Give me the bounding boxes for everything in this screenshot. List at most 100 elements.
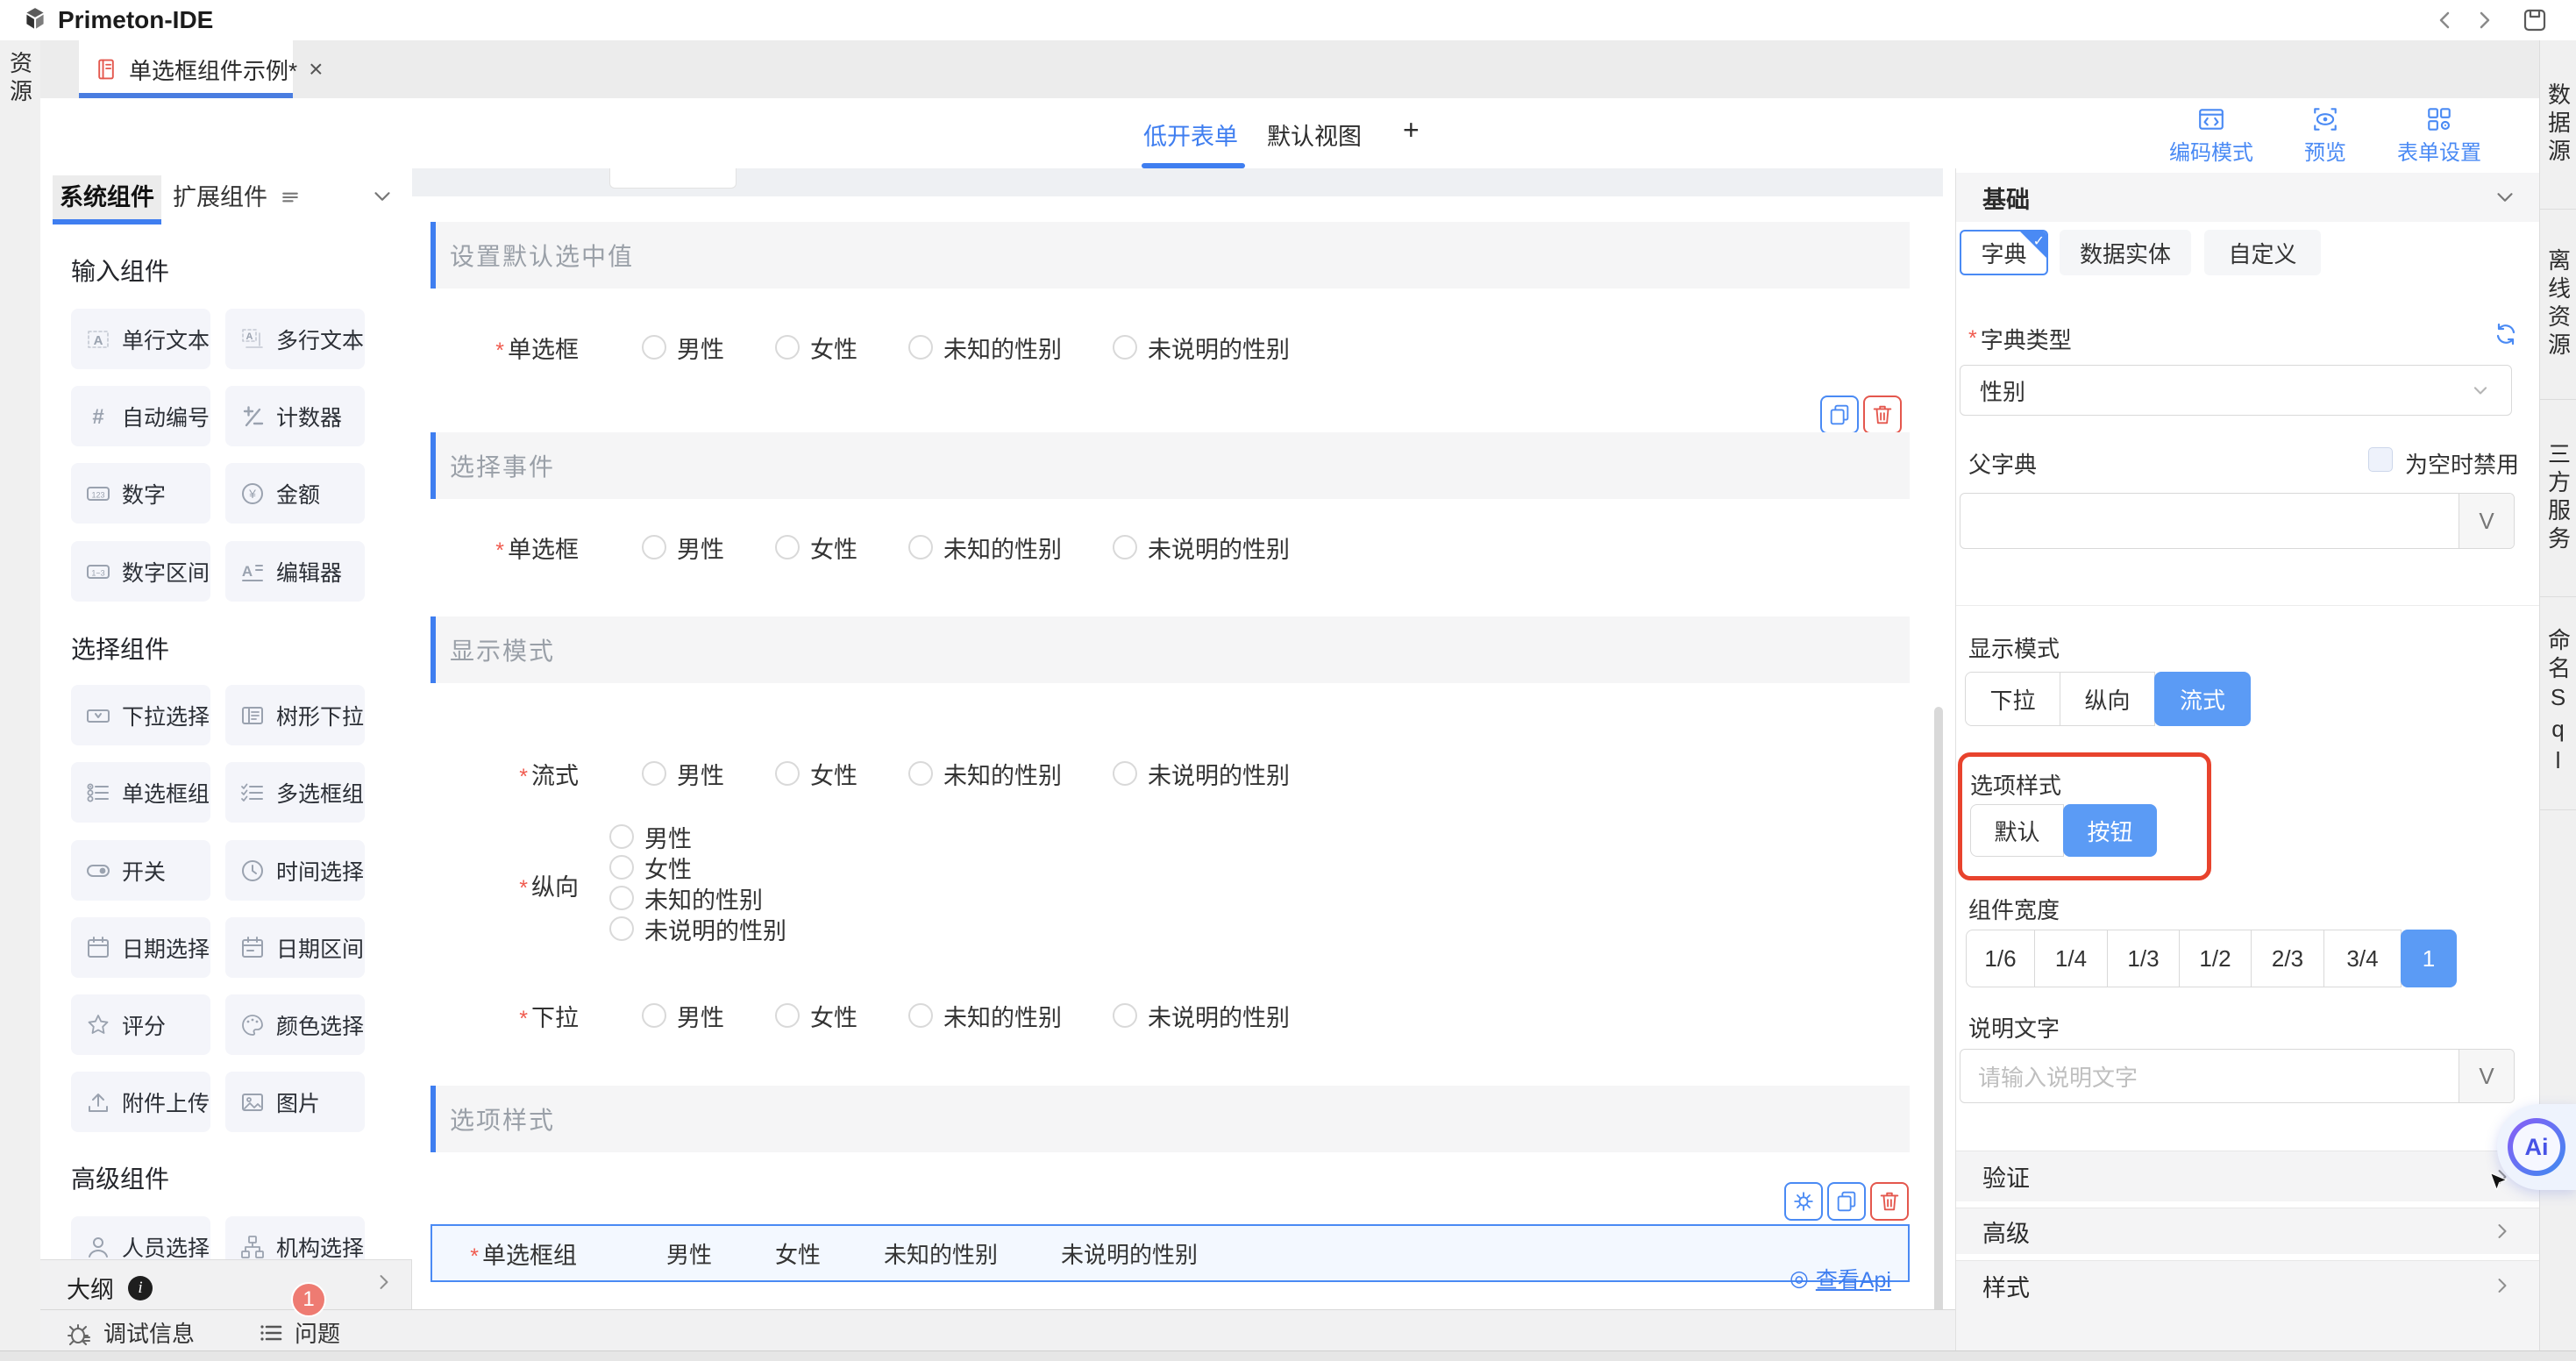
- radio-option[interactable]: 未知的性别: [908, 757, 1062, 791]
- disable-when-empty-checkbox[interactable]: [2368, 447, 2393, 472]
- palette-collapse-icon[interactable]: [370, 184, 395, 209]
- display-mode-dropdown[interactable]: 下拉: [1965, 672, 2060, 726]
- issues-button[interactable]: 问题: [258, 1316, 340, 1349]
- width-full[interactable]: 1: [2401, 930, 2457, 987]
- radio-option[interactable]: 未知的性别: [908, 999, 1062, 1033]
- variable-binding-button[interactable]: V: [2459, 1050, 2514, 1102]
- display-mode-flow[interactable]: 流式: [2154, 672, 2251, 726]
- palette-item-radio-group[interactable]: 单选框组: [71, 762, 210, 823]
- rail-tab-datasource[interactable]: 数据源: [2540, 40, 2576, 210]
- palette-menu-icon[interactable]: [279, 186, 302, 209]
- radio-option[interactable]: 女性: [775, 531, 857, 565]
- palette-item-image[interactable]: 图片: [225, 1072, 365, 1132]
- display-mode-vertical[interactable]: 纵向: [2060, 672, 2155, 726]
- nav-back-icon[interactable]: [2430, 5, 2460, 35]
- width-1-6[interactable]: 1/6: [1966, 930, 2035, 987]
- option-style-default[interactable]: 默认: [1970, 804, 2064, 857]
- dict-type-select[interactable]: 性别: [1960, 365, 2512, 416]
- button-option[interactable]: 男性: [666, 1237, 712, 1270]
- save-icon[interactable]: [2520, 5, 2550, 35]
- radio-option[interactable]: 未知的性别: [908, 331, 1062, 365]
- rail-tab-resources[interactable]: 资源: [4, 51, 37, 107]
- palette-item-auto-number[interactable]: #自动编号: [71, 386, 210, 446]
- radio-option[interactable]: 未说明的性别: [609, 916, 786, 941]
- variable-binding-button[interactable]: V: [2459, 494, 2514, 548]
- group-validation[interactable]: 验证: [1956, 1151, 2539, 1201]
- tab-default-view[interactable]: 默认视图: [1267, 118, 1362, 152]
- palette-item-text-multi[interactable]: A多行文本: [225, 309, 365, 369]
- selected-component-radio-group[interactable]: *单选框组 男性 女性 未知的性别 未说明的性别: [431, 1224, 1910, 1282]
- canvas-scrollbar[interactable]: [1934, 707, 1943, 1309]
- copy-button[interactable]: [1820, 395, 1859, 434]
- radio-option[interactable]: 男性: [609, 824, 786, 849]
- preview-button[interactable]: 预览: [2304, 105, 2346, 166]
- rail-tab-offline-resources[interactable]: 离线资源: [2540, 210, 2576, 400]
- radio-option[interactable]: 男性: [642, 757, 724, 791]
- source-tab-data-entity[interactable]: 数据实体: [2060, 230, 2191, 275]
- panel-section-basic[interactable]: 基础: [1956, 173, 2539, 222]
- radio-option[interactable]: 女性: [609, 855, 786, 880]
- source-tab-dictionary[interactable]: 字典 ✓: [1960, 230, 2048, 275]
- radio-option[interactable]: 未说明的性别: [1113, 757, 1290, 791]
- debug-info-button[interactable]: 调试信息: [67, 1316, 195, 1349]
- palette-item-color[interactable]: 颜色选择: [225, 994, 365, 1055]
- palette-tab-system[interactable]: 系统组件: [53, 175, 161, 219]
- radio-option[interactable]: 男性: [642, 531, 724, 565]
- rail-tab-named-sql[interactable]: 命名Sql: [2540, 597, 2576, 810]
- button-option[interactable]: 未知的性别: [884, 1237, 998, 1270]
- palette-item-number-range[interactable]: 1~3数字区间: [71, 541, 210, 602]
- group-advanced[interactable]: 高级: [1956, 1208, 2539, 1254]
- form-settings-button[interactable]: 表单设置: [2397, 105, 2481, 166]
- button-option[interactable]: 女性: [775, 1237, 821, 1270]
- button-option[interactable]: 未说明的性别: [1061, 1237, 1198, 1270]
- width-1-3[interactable]: 1/3: [2107, 930, 2180, 987]
- form-canvas[interactable]: ··· ——— · —— ▪— · · ——·—▪ 设置默认选中值 *单选框 男…: [412, 168, 1955, 1309]
- parent-dict-input[interactable]: V: [1960, 493, 2515, 549]
- palette-item-number[interactable]: 123数字: [71, 463, 210, 524]
- nav-forward-icon[interactable]: [2469, 5, 2499, 35]
- width-1-2[interactable]: 1/2: [2179, 930, 2252, 987]
- palette-item-money[interactable]: ¥金额: [225, 463, 365, 524]
- radio-option[interactable]: 女性: [775, 757, 857, 791]
- collapse-chevron-icon[interactable]: [2493, 185, 2517, 210]
- radio-option[interactable]: 未知的性别: [609, 886, 786, 910]
- palette-item-checkbox-group[interactable]: 多选框组: [225, 762, 365, 823]
- rail-tab-thirdparty-services[interactable]: 三方服务: [2540, 400, 2576, 597]
- palette-item-counter[interactable]: 计数器: [225, 386, 365, 446]
- copy-button[interactable]: [1827, 1182, 1866, 1221]
- tab-lowcode-form[interactable]: 低开表单: [1143, 118, 1238, 152]
- width-3-4[interactable]: 3/4: [2323, 930, 2402, 987]
- palette-item-date-range[interactable]: 日期区间: [225, 917, 365, 978]
- radio-option[interactable]: 女性: [775, 331, 857, 365]
- help-text-input[interactable]: 请输入说明文字 V: [1960, 1049, 2515, 1103]
- radio-option[interactable]: 未说明的性别: [1113, 331, 1290, 365]
- palette-item-editor[interactable]: A编辑器: [225, 541, 365, 602]
- group-style[interactable]: 样式: [1956, 1260, 2539, 1310]
- palette-item-select[interactable]: 下拉选择: [71, 685, 210, 745]
- palette-item-user-select[interactable]: 人员选择: [71, 1216, 210, 1259]
- radio-option[interactable]: 男性: [642, 999, 724, 1033]
- close-icon[interactable]: ×: [309, 57, 323, 82]
- code-mode-button[interactable]: 编码模式: [2169, 105, 2253, 166]
- radio-option[interactable]: 男性: [642, 331, 724, 365]
- add-view-button[interactable]: +: [1403, 114, 1420, 146]
- outline-expand-icon[interactable]: [373, 1271, 395, 1293]
- palette-item-text-single[interactable]: A单行文本: [71, 309, 210, 369]
- radio-option[interactable]: 未知的性别: [908, 531, 1062, 565]
- width-2-3[interactable]: 2/3: [2251, 930, 2324, 987]
- palette-tab-extension[interactable]: 扩展组件: [168, 175, 272, 219]
- radio-option[interactable]: 未说明的性别: [1113, 531, 1290, 565]
- settings-button[interactable]: [1784, 1182, 1823, 1221]
- delete-button[interactable]: [1870, 1182, 1909, 1221]
- palette-item-switch[interactable]: 开关: [71, 840, 210, 901]
- palette-item-rate[interactable]: 评分: [71, 994, 210, 1055]
- source-tab-custom[interactable]: 自定义: [2204, 230, 2321, 275]
- outline-panel-header[interactable]: 大纲 i: [40, 1259, 412, 1309]
- palette-item-date[interactable]: 日期选择: [71, 917, 210, 978]
- palette-item-time[interactable]: 时间选择: [225, 840, 365, 901]
- document-tab[interactable]: 单选框组件示例* ×: [79, 40, 293, 98]
- delete-button[interactable]: [1863, 395, 1902, 434]
- view-api-link[interactable]: ◎ 查看Api: [1790, 1263, 1891, 1294]
- ai-assistant-button[interactable]: Ai: [2508, 1118, 2565, 1176]
- radio-option[interactable]: 女性: [775, 999, 857, 1033]
